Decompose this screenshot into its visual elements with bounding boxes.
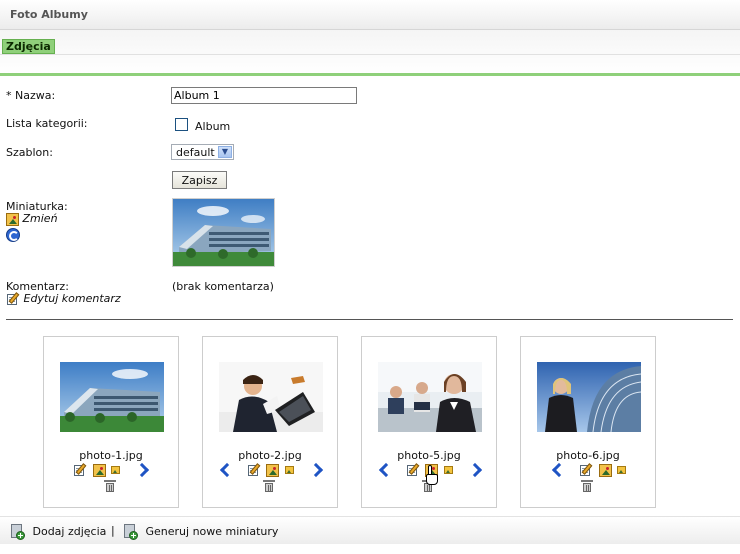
move-left-icon[interactable] — [550, 463, 562, 477]
generate-thumbnails-button[interactable]: Generuj nowe miniatury — [123, 524, 278, 540]
footer-toolbar: Dodaj zdjęcia | Generuj nowe miniatury — [0, 516, 740, 544]
photo-image[interactable] — [60, 362, 164, 432]
window-titlebar: Foto Albumy — [0, 0, 740, 30]
name-input[interactable] — [171, 87, 357, 104]
generate-thumbnails-label: Generuj nowe miniatury — [145, 525, 279, 538]
tab-bar: Zdjęcia — [0, 30, 740, 74]
tab-photos[interactable]: Zdjęcia — [2, 39, 55, 54]
window-title: Foto Albumy — [10, 8, 88, 21]
save-button[interactable]: Zapisz — [172, 171, 227, 189]
edit-icon[interactable] — [247, 463, 261, 477]
delete-button[interactable] — [581, 480, 593, 493]
change-thumbnail-link[interactable]: Zmień — [6, 212, 58, 226]
set-thumbnail-icon[interactable] — [266, 463, 279, 477]
edit-icon[interactable] — [73, 463, 87, 477]
delete-button[interactable] — [104, 480, 116, 493]
trash-icon — [581, 480, 593, 493]
refresh-icon — [6, 228, 20, 242]
category-album-checkbox[interactable] — [175, 118, 188, 131]
photo-card: photo-2.jpg — [202, 336, 338, 508]
move-right-icon[interactable] — [470, 463, 482, 477]
edit-icon — [6, 292, 20, 306]
photo-card: photo-1.jpg — [43, 336, 179, 508]
small-image-icon[interactable] — [443, 466, 453, 474]
edit-icon[interactable] — [406, 463, 420, 477]
hand-cursor-icon — [425, 465, 439, 487]
category-album-label: Album — [195, 120, 231, 133]
trash-icon — [104, 480, 116, 493]
add-document-icon — [123, 524, 138, 540]
photo-filename: photo-1.jpg — [79, 449, 143, 462]
move-right-icon[interactable] — [311, 463, 323, 477]
section-divider — [6, 319, 733, 320]
album-thumbnail-image — [172, 198, 275, 267]
delete-button[interactable] — [263, 480, 275, 493]
template-label: Szablon: — [6, 146, 53, 159]
tab-divider — [0, 54, 740, 55]
add-photos-button[interactable]: Dodaj zdjęcia — [10, 524, 106, 540]
photo-filename: photo-2.jpg — [238, 449, 302, 462]
photo-card: photo-6.jpg — [520, 336, 656, 508]
footer-separator: | — [111, 524, 115, 537]
comment-value: (brak komentarza) — [172, 280, 274, 293]
chevron-down-icon[interactable]: ▼ — [218, 146, 232, 158]
photo-filename: photo-6.jpg — [556, 449, 620, 462]
edit-comment-link[interactable]: Edytuj komentarz — [6, 292, 121, 306]
add-photos-label: Dodaj zdjęcia — [32, 525, 107, 538]
refresh-thumbnail-button[interactable] — [6, 228, 20, 245]
move-left-icon[interactable] — [377, 463, 389, 477]
photo-toolbar — [521, 463, 655, 477]
small-image-icon[interactable] — [617, 466, 626, 474]
trash-icon — [263, 480, 275, 493]
photo-image[interactable] — [537, 362, 641, 432]
photo-image[interactable] — [219, 362, 323, 432]
image-icon — [6, 212, 19, 226]
edit-comment-text: Edytuj komentarz — [23, 292, 121, 305]
edit-icon[interactable] — [579, 463, 593, 477]
template-select-value: default — [176, 146, 215, 159]
photo-toolbar — [203, 463, 337, 477]
photo-toolbar — [44, 463, 178, 477]
set-thumbnail-icon[interactable] — [92, 463, 106, 477]
small-image-icon[interactable] — [111, 466, 120, 474]
template-select[interactable]: default ▼ — [171, 144, 234, 160]
add-document-icon — [10, 524, 25, 540]
small-image-icon[interactable] — [284, 466, 294, 474]
photo-filename: photo-5.jpg — [397, 449, 461, 462]
content-top-border — [0, 73, 740, 76]
move-right-icon[interactable] — [137, 463, 149, 477]
name-label: * Nazwa: — [6, 89, 56, 102]
photo-image[interactable] — [378, 362, 482, 432]
categories-label: Lista kategorii: — [6, 117, 88, 130]
change-thumbnail-text: Zmień — [22, 212, 58, 225]
move-left-icon[interactable] — [218, 463, 230, 477]
set-thumbnail-icon[interactable] — [598, 463, 612, 477]
